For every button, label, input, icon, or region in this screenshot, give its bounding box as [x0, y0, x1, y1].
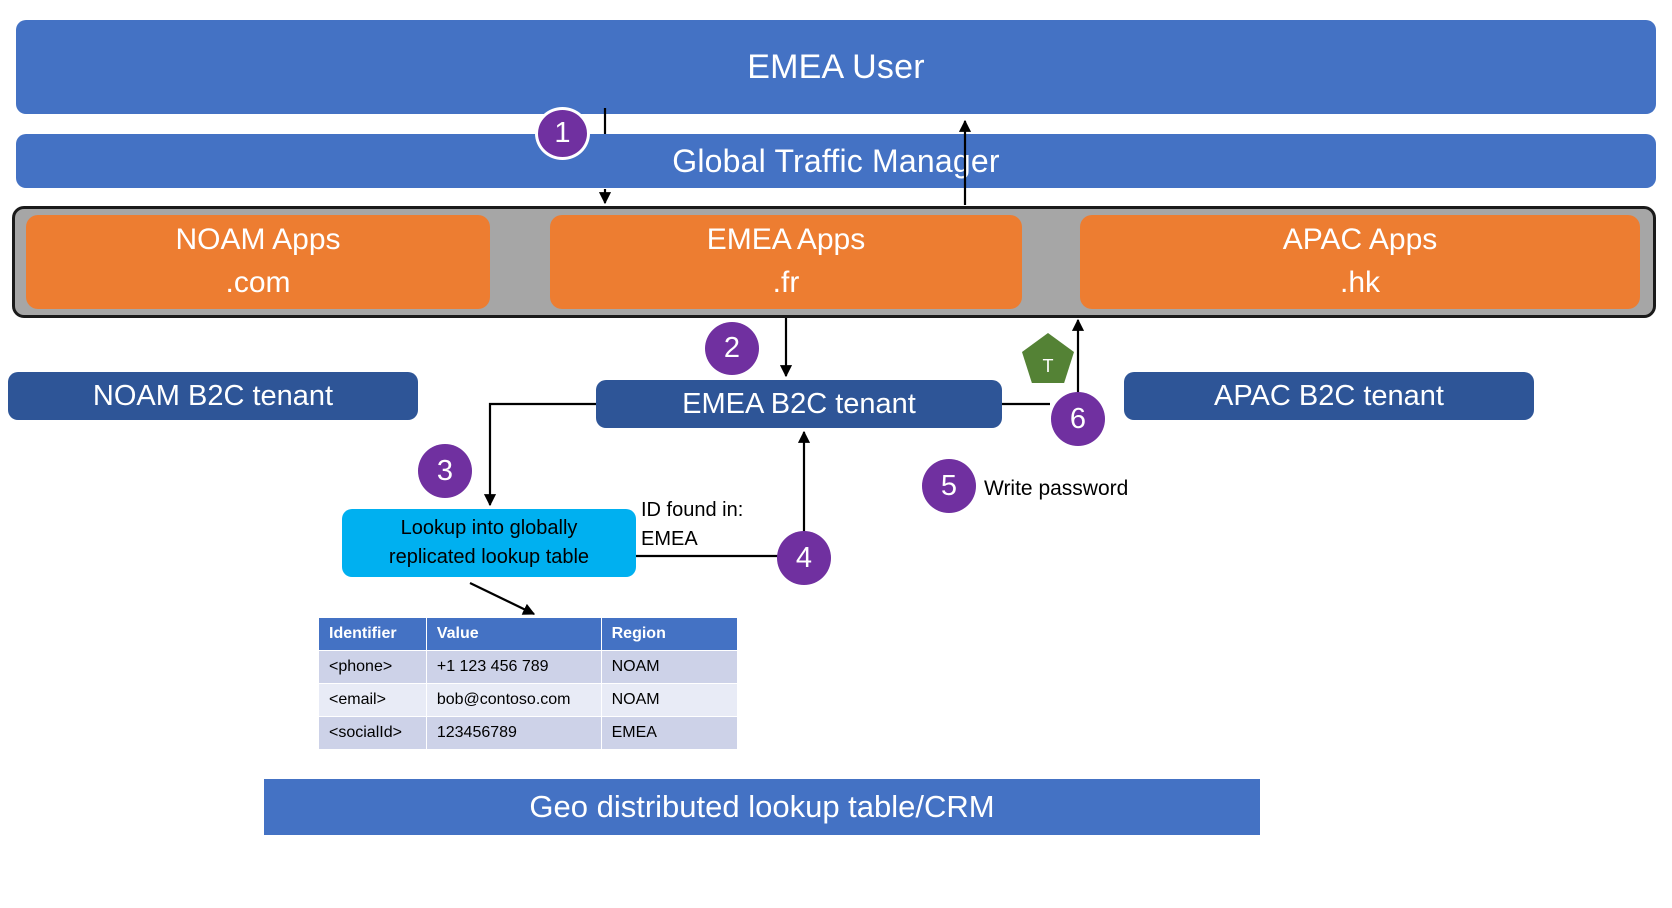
step-marker-6: 6 — [1051, 392, 1105, 446]
cell-identifier: <email> — [318, 683, 427, 717]
emea-apps-domain: .fr — [772, 266, 800, 299]
table-row: <phone> +1 123 456 789 NOAM — [318, 650, 739, 684]
lookup-box-line2: replicated lookup table — [388, 546, 590, 568]
id-found-annotation: ID found in: EMEA — [641, 499, 744, 550]
step-5-number: 5 — [940, 469, 958, 502]
noam-b2c-tenant-box: NOAM B2C tenant — [8, 372, 418, 420]
noam-apps-domain: .com — [225, 266, 291, 299]
apac-b2c-tenant-box: APAC B2C tenant — [1124, 372, 1534, 420]
table-row: <socialId> 123456789 EMEA — [318, 716, 739, 750]
apac-apps-box: APAC Apps .hk — [1080, 215, 1640, 309]
apac-apps-name: APAC Apps — [1282, 223, 1438, 257]
cell-region: NOAM — [600, 683, 739, 717]
step-marker-2: 2 — [705, 322, 759, 375]
write-password-annotation: Write password — [984, 477, 1129, 500]
token-pentagon-label: T — [1042, 356, 1054, 376]
step-2-number: 2 — [723, 332, 741, 364]
cell-value: bob@contoso.com — [425, 683, 602, 717]
step-marker-5: 5 — [922, 459, 976, 513]
arrow-tenant-to-lookup — [483, 402, 596, 507]
table-row: <email> bob@contoso.com NOAM — [318, 683, 739, 717]
step-marker-1: 1 — [535, 107, 590, 160]
table-header-value: Value — [425, 617, 602, 651]
step-1-number: 1 — [554, 117, 571, 149]
apac-apps-domain: .hk — [1339, 266, 1381, 299]
table-header-region: Region — [600, 617, 739, 651]
emea-apps-name: EMEA Apps — [706, 223, 866, 257]
cell-region: EMEA — [600, 716, 739, 750]
geo-distributed-crm-label: Geo distributed lookup table/CRM — [529, 789, 995, 824]
cell-region: NOAM — [600, 650, 739, 684]
noam-b2c-tenant-label: NOAM B2C tenant — [92, 379, 334, 412]
step-3-number: 3 — [436, 454, 454, 487]
emea-user-label: EMEA User — [747, 47, 925, 86]
lookup-table-process-box: Lookup into globally replicated lookup t… — [342, 509, 636, 577]
emea-b2c-tenant-label: EMEA B2C tenant — [682, 387, 916, 420]
arrow-lookup-to-table — [469, 582, 536, 615]
lookup-data-table: Identifier Value Region <phone> +1 123 4… — [318, 617, 739, 750]
global-traffic-manager-bar: Global Traffic Manager — [16, 134, 1656, 188]
lookup-box-line1: Lookup into globally — [400, 517, 578, 539]
emea-b2c-tenant-box: EMEA B2C tenant — [596, 380, 1002, 428]
step-marker-3: 3 — [418, 444, 472, 498]
table-header-row: Identifier Value Region — [318, 617, 739, 651]
diagram-canvas: EMEA User Global Traffic Manager NOAM Ap… — [0, 0, 1672, 908]
emea-user-bar: EMEA User — [16, 20, 1656, 114]
cell-value: 123456789 — [425, 716, 602, 750]
step-6-number: 6 — [1069, 402, 1087, 435]
noam-apps-box: NOAM Apps .com — [26, 215, 490, 309]
emea-apps-box: EMEA Apps .fr — [550, 215, 1022, 309]
token-pentagon-icon: T — [1022, 333, 1074, 383]
table-header-identifier: Identifier — [318, 617, 427, 651]
noam-apps-name: NOAM Apps — [175, 223, 341, 257]
cell-value: +1 123 456 789 — [425, 650, 602, 684]
apac-b2c-tenant-label: APAC B2C tenant — [1214, 379, 1444, 412]
geo-distributed-crm-bar: Geo distributed lookup table/CRM — [264, 779, 1260, 835]
cell-identifier: <phone> — [318, 650, 427, 684]
cell-identifier: <socialId> — [318, 716, 427, 750]
global-traffic-manager-label: Global Traffic Manager — [672, 142, 1000, 179]
